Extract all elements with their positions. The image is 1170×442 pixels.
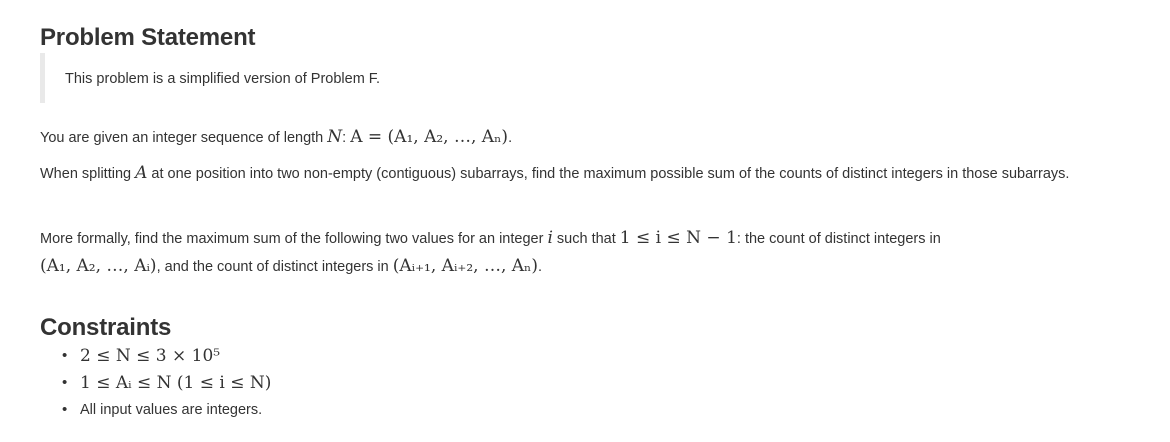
text: . (538, 259, 543, 275)
math-range: 1 ≤ i ≤ N − 1 (619, 228, 737, 248)
constraint-n-range: 2 ≤ N ≤ 3 × 10⁵ (80, 346, 221, 366)
note-text: This problem is a simplified version of … (65, 71, 381, 87)
paragraph-formal: More formally, find the maximum sum of t… (40, 225, 1100, 281)
text: . (508, 130, 513, 146)
paragraph-sequence: You are given an integer sequence of len… (40, 124, 512, 152)
math-a: A (135, 163, 148, 183)
constraint-item: All input values are integers. (62, 397, 271, 423)
math-left-subarray: (A₁, A₂, …, Aᵢ) (40, 256, 157, 276)
text: When splitting (40, 166, 136, 182)
text: , and the count of distinct integers in (156, 259, 393, 275)
constraints-heading: Constraints (40, 314, 172, 341)
text: You are given an integer sequence of len… (40, 130, 328, 146)
text: More formally, find the maximum sum of t… (40, 231, 548, 247)
text: at one position into two non-empty (cont… (147, 166, 1070, 182)
math-right-subarray: (Aᵢ₊₁, Aᵢ₊₂, …, Aₙ) (392, 256, 539, 276)
text: : (342, 130, 351, 146)
constraint-a-range: 1 ≤ Aᵢ ≤ N (1 ≤ i ≤ N) (80, 373, 272, 393)
constraint-item: 1 ≤ Aᵢ ≤ N (1 ≤ i ≤ N) (62, 370, 271, 397)
math-n: N (327, 127, 343, 147)
constraints-list: 2 ≤ N ≤ 3 × 10⁵ 1 ≤ Aᵢ ≤ N (1 ≤ i ≤ N) A… (40, 343, 271, 423)
constraint-item: 2 ≤ N ≤ 3 × 10⁵ (62, 343, 271, 370)
problem-statement-heading: Problem Statement (40, 24, 256, 51)
text: such that (552, 231, 620, 247)
note-blockquote: This problem is a simplified version of … (40, 53, 845, 103)
constraint-integers: All input values are integers. (80, 402, 263, 418)
text: : the count of distinct integers in (736, 231, 941, 247)
paragraph-splitting: When splitting A at one position into tw… (40, 160, 1100, 188)
math-sequence: A = (A₁, A₂, …, Aₙ) (350, 127, 509, 147)
